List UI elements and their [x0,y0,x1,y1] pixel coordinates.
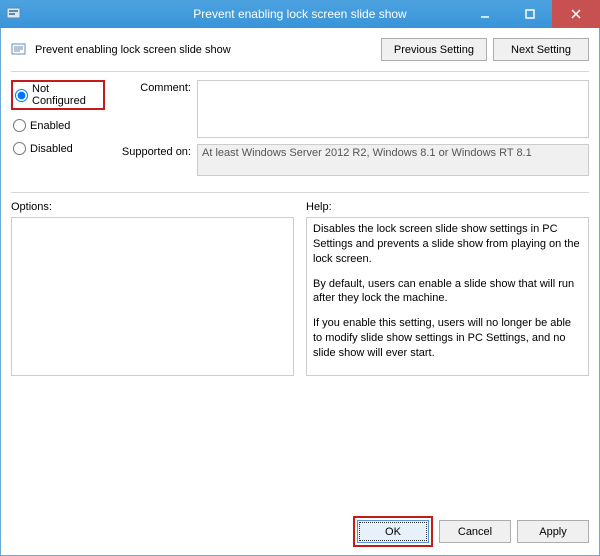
maximize-button[interactable] [507,0,552,28]
radio-disabled[interactable]: Disabled [11,141,105,156]
comment-label: Comment: [111,80,191,138]
help-panel[interactable]: Disables the lock screen slide show sett… [306,217,589,376]
radio-enabled[interactable]: Enabled [11,118,105,133]
radio-not-configured[interactable]: Not Configured [11,80,105,110]
app-icon [6,6,22,22]
comment-field[interactable] [197,80,589,138]
policy-icon [11,42,27,58]
supported-on-field [197,144,589,176]
separator-2 [11,192,589,193]
title-bar: Prevent enabling lock screen slide show [0,0,600,28]
apply-button[interactable]: Apply [517,520,589,543]
footer-buttons: OK Cancel Apply [353,516,589,547]
radio-enabled-label: Enabled [30,120,70,132]
close-button[interactable] [552,0,600,28]
window-buttons [462,0,600,28]
state-radio-group: Not Configured Enabled Disabled [11,80,105,182]
ok-highlight: OK [353,516,433,547]
separator [11,71,589,72]
radio-enabled-input[interactable] [13,119,26,132]
radio-disabled-label: Disabled [30,143,73,155]
radio-not-configured-label: Not Configured [32,83,101,107]
dialog-body: Prevent enabling lock screen slide show … [0,28,600,556]
previous-setting-button[interactable]: Previous Setting [381,38,487,61]
policy-name: Prevent enabling lock screen slide show [35,44,231,56]
options-label: Options: [11,201,294,213]
help-text: Disables the lock screen slide show sett… [313,222,582,267]
help-label: Help: [306,201,589,213]
ok-button[interactable]: OK [357,520,429,543]
help-text: If you enable this setting, users will n… [313,316,582,361]
radio-not-configured-input[interactable] [15,89,28,102]
options-panel[interactable] [11,217,294,376]
minimize-button[interactable] [462,0,507,28]
help-text: By default, users can enable a slide sho… [313,277,582,307]
supported-on-label: Supported on: [111,144,191,176]
header-row: Prevent enabling lock screen slide show … [11,38,589,61]
cancel-button[interactable]: Cancel [439,520,511,543]
next-setting-button[interactable]: Next Setting [493,38,589,61]
radio-disabled-input[interactable] [13,142,26,155]
